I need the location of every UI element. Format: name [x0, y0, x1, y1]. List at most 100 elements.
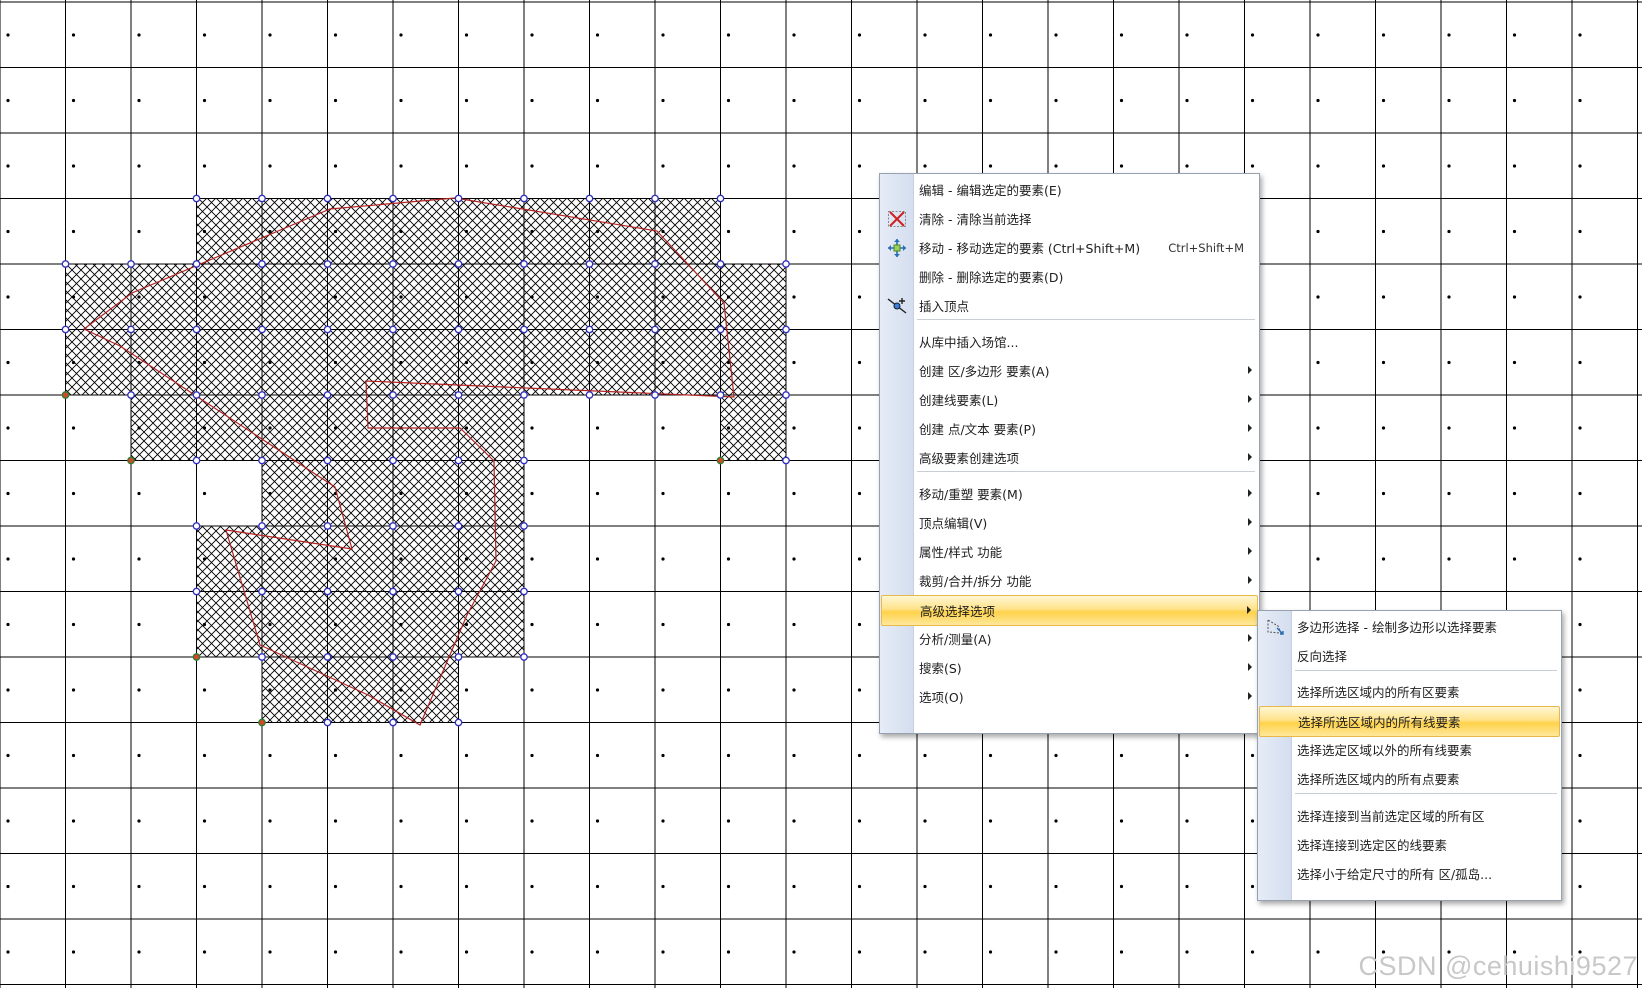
watermark: CSDN @cehuishi9527: [1358, 951, 1638, 981]
hatched-cell: [196, 264, 262, 330]
vertex-marker: [716, 391, 725, 399]
vertex-marker: [782, 456, 790, 465]
grid-point: [792, 622, 796, 627]
submenu-item-2[interactable]: 选择所选区域内的所有区要素: [1259, 677, 1560, 706]
grid-point: [268, 950, 272, 954]
grid-point: [923, 164, 927, 168]
submenu-item-0[interactable]: 多边形选择 - 绘制多边形以选择要素: [1259, 612, 1560, 641]
grid-point: [464, 229, 469, 234]
vertex-marker-endpoint: [61, 391, 70, 399]
submenu-item-6[interactable]: 选择连接到当前选定区域的所有区: [1259, 801, 1560, 830]
submenu-item-label: 选择连接到当前选定区域的所有区: [1297, 809, 1485, 824]
grid-point: [530, 98, 534, 103]
submenu-item-label: 选择小于给定尺寸的所有 区/孤岛...: [1297, 867, 1493, 882]
grid-point: [6, 884, 10, 889]
hatched-cell: [262, 264, 328, 330]
grid-point: [268, 426, 272, 430]
grid-point: [1381, 98, 1386, 103]
vertex-marker: [585, 325, 594, 334]
grid-point: [202, 753, 207, 758]
hatched-cell: [720, 395, 786, 461]
context-menu-item-0[interactable]: 编辑 - 编辑选定的要素(E): [881, 175, 1258, 204]
vertex-marker: [323, 325, 332, 334]
submenu-item-8[interactable]: 选择小于给定尺寸的所有 区/孤岛...: [1259, 859, 1560, 888]
context-menu-item-label: 移动 - 移动选定的要素 (Ctrl+Shift+M): [919, 241, 1141, 256]
submenu-item-4[interactable]: 选择选定区域以外的所有线要素: [1259, 735, 1560, 764]
submenu-item-7[interactable]: 选择连接到选定区的线要素: [1259, 830, 1560, 859]
grid-point: [1316, 33, 1320, 37]
context-menu-item-1[interactable]: 清除 - 清除当前选择: [881, 204, 1258, 233]
grid-point: [1054, 884, 1058, 889]
grid-point: [71, 295, 76, 299]
grid-point: [792, 819, 796, 823]
submenu-item-5[interactable]: 选择所选区域内的所有点要素: [1259, 764, 1560, 793]
grid-point: [137, 884, 141, 889]
vertex-marker: [520, 391, 528, 399]
context-menu-item-16[interactable]: 搜索(S): [881, 653, 1258, 682]
context-menu-item-17[interactable]: 选项(O): [881, 682, 1258, 711]
submenu-item-3[interactable]: 选择所选区域内的所有线要素: [1259, 706, 1560, 737]
grid-point: [726, 950, 731, 954]
grid-point: [726, 557, 731, 561]
grid-point: [1578, 688, 1582, 692]
hatched-cell: [196, 198, 262, 264]
grid-point: [857, 164, 862, 168]
context-menu-item-4[interactable]: 插入顶点: [881, 291, 1258, 320]
grid-point: [6, 426, 10, 430]
context-menu-item-6[interactable]: 创建 区/多边形 要素(A): [881, 356, 1258, 385]
grid-point: [1447, 426, 1451, 430]
grid-point: [268, 491, 272, 496]
hatched-cell: [655, 198, 721, 264]
grid-point: [137, 360, 141, 365]
context-menu-item-label: 裁剪/合并/拆分 功能: [919, 574, 1032, 589]
grid-point: [268, 229, 272, 234]
hatched-cell: [65, 329, 131, 395]
context-menu-item-9[interactable]: 高级要素创建选项: [881, 443, 1258, 472]
grid-point: [137, 491, 141, 496]
grid-point: [530, 426, 534, 430]
context-menu-item-2[interactable]: 移动 - 移动选定的要素 (Ctrl+Shift+M) Ctrl+Shift+M: [881, 233, 1258, 262]
grid-point: [1447, 491, 1451, 496]
grid-point: [530, 950, 534, 954]
grid-point: [595, 884, 600, 889]
grid-point: [1512, 491, 1517, 496]
submenu-item-label: 反向选择: [1297, 649, 1348, 664]
grid-point: [399, 229, 403, 234]
grid-point: [333, 557, 338, 561]
grid-point: [333, 688, 338, 692]
context-menu-item-8[interactable]: 创建 点/文本 要素(P): [881, 414, 1258, 443]
grid-point: [661, 360, 665, 365]
grid-point: [202, 360, 207, 365]
submenu-arrow-icon: [1248, 366, 1252, 374]
grid-point: [464, 884, 469, 889]
hatched-cell: [458, 526, 524, 592]
grid-point: [464, 622, 469, 627]
context-menu-item-12[interactable]: 属性/样式 功能: [881, 537, 1258, 566]
grid-point: [1054, 33, 1058, 37]
grid-point: [1250, 98, 1255, 103]
context-menu-item-5[interactable]: 从库中插入场馆...: [881, 327, 1258, 356]
grid-point: [399, 753, 403, 758]
submenu-item-1[interactable]: 反向选择: [1259, 641, 1560, 670]
context-menu-item-10[interactable]: 移动/重塑 要素(M): [881, 479, 1258, 508]
context-menu-item-11[interactable]: 顶点编辑(V): [881, 508, 1258, 537]
context-menu-item-15[interactable]: 分析/测量(A): [881, 624, 1258, 653]
vertex-marker: [389, 587, 397, 596]
context-menu-item-7[interactable]: 创建线要素(L): [881, 385, 1258, 414]
grid-point: [1250, 950, 1255, 954]
vertex-marker: [520, 325, 528, 334]
context-menu-item-14[interactable]: 高级选择选项: [881, 595, 1258, 626]
submenu-item-label: 选择选定区域以外的所有线要素: [1297, 743, 1473, 758]
context-menu-item-label: 编辑 - 编辑选定的要素(E): [919, 183, 1062, 198]
hatched-cell: [458, 591, 524, 657]
grid-point: [71, 98, 76, 103]
grid-point: [202, 819, 207, 823]
context-menu-item-13[interactable]: 裁剪/合并/拆分 功能: [881, 566, 1258, 595]
grid-point: [857, 819, 862, 823]
context-menu-item-label: 移动/重塑 要素(M): [919, 487, 1023, 502]
context-menu-item-3[interactable]: 删除 - 删除选定的要素(D): [881, 262, 1258, 291]
grid-point: [464, 360, 469, 365]
grid-point: [726, 229, 731, 234]
grid-point: [137, 164, 141, 168]
context-menu-item-label: 顶点编辑(V): [919, 516, 988, 531]
